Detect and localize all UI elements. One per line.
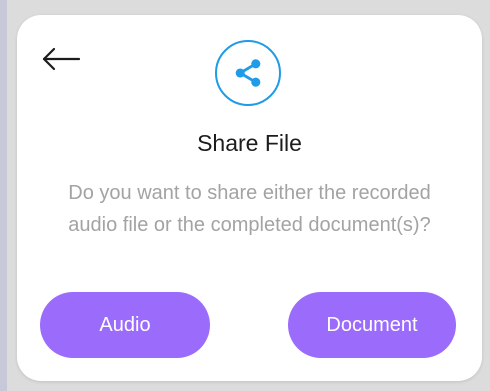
dialog-message: Do you want to share either the recorded… [68,182,431,236]
document-button[interactable]: Document [288,292,456,358]
arrow-left-icon [42,47,81,71]
back-button[interactable] [41,43,81,75]
share-icon-badge [215,40,281,106]
share-icon [235,59,261,87]
audio-button[interactable]: Audio [40,292,210,358]
background-edge-strip [0,0,7,391]
share-file-dialog: Share File Do you want to share either t… [17,15,482,381]
dialog-title: Share File [197,130,302,156]
